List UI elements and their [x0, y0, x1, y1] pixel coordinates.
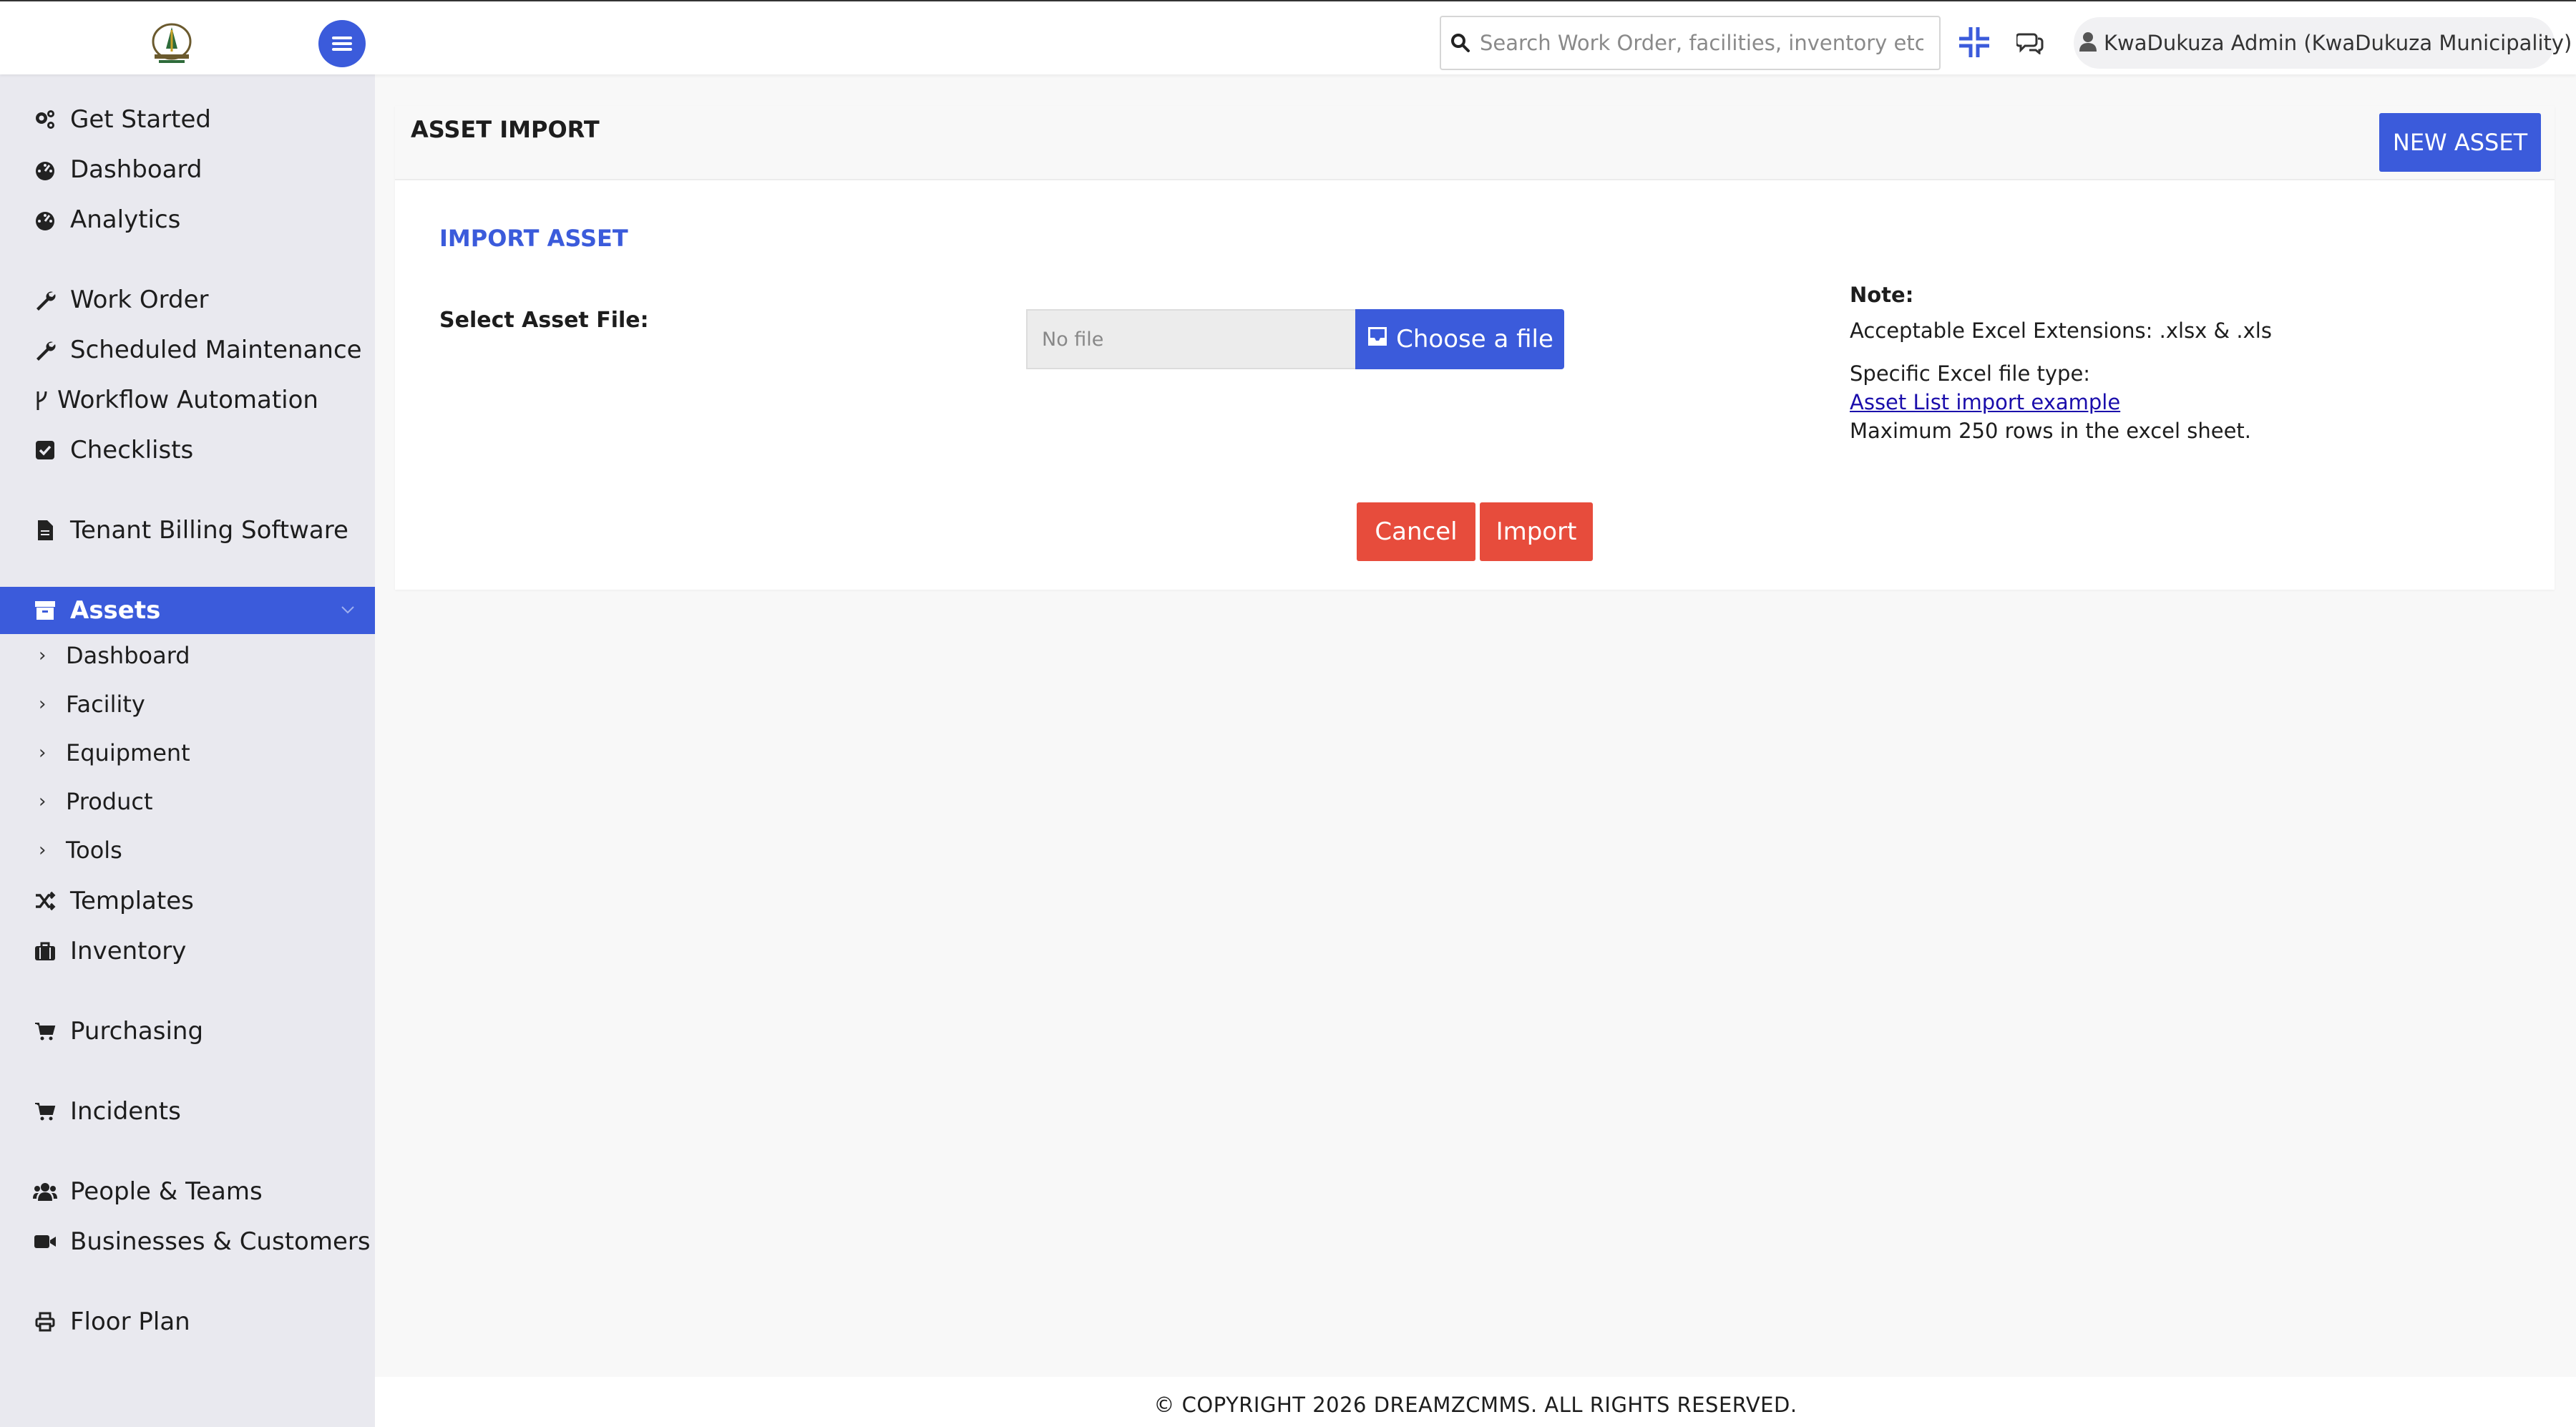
sidebar-item-checklists[interactable]: Checklists	[0, 427, 375, 474]
file-name-text: No file	[1042, 328, 1104, 351]
new-asset-button[interactable]: NEW ASSET	[2379, 113, 2541, 172]
chevron-right-icon: ›	[39, 645, 47, 666]
sidebar-item-label: Work Order	[70, 286, 209, 314]
search-input[interactable]	[1480, 21, 1923, 64]
sidebar-item-inventory[interactable]: Inventory	[0, 927, 375, 975]
sidebar-item-label: Dashboard	[70, 155, 203, 184]
sidebar-item-get-started[interactable]: Get Started	[0, 96, 375, 143]
sidebar-item-label: Floor Plan	[70, 1307, 190, 1336]
sidebar-subitem-label: Equipment	[66, 739, 190, 766]
sidebar-item-label: Scheduled Maintenance	[70, 336, 362, 364]
note-max-rows: Maximum 250 rows in the excel sheet.	[1850, 419, 2252, 443]
asset-import-card: ASSET IMPORT NEW ASSET IMPORT ASSET Sele…	[395, 106, 2555, 590]
import-note: Note: Acceptable Excel Extensions: .xlsx…	[1850, 281, 2494, 445]
sidebar-item-label: Checklists	[70, 436, 194, 464]
chevron-right-icon: ›	[39, 839, 47, 861]
note-title: Note:	[1850, 283, 1914, 307]
search-bar	[1440, 16, 1941, 70]
sidebar-item-incidents[interactable]: Incidents	[0, 1088, 375, 1135]
sidebar-item-label: Purchasing	[70, 1017, 204, 1046]
sidebar-item-templates[interactable]: Templates	[0, 877, 375, 925]
sidebar-item-label: Assets	[70, 596, 161, 625]
gauge-icon	[33, 208, 57, 232]
sidebar-item-assets[interactable]: Assets	[0, 587, 375, 634]
sidebar-subitem-facility[interactable]: › Facility	[0, 683, 375, 726]
cart-icon	[33, 1099, 57, 1124]
sidebar-item-floor-plan[interactable]: Floor Plan	[0, 1298, 375, 1345]
sidebar-item-scheduled-maintenance[interactable]: Scheduled Maintenance	[0, 326, 375, 374]
sidebar-item-label: Templates	[70, 887, 194, 915]
copyright-text: © COPYRIGHT 2026 DREAMZCMMS. ALL RIGHTS …	[1153, 1393, 1797, 1417]
sidebar-item-work-order[interactable]: Work Order	[0, 276, 375, 323]
sidebar-item-businesses-customers[interactable]: Businesses & Customers	[0, 1218, 375, 1265]
check-square-icon	[33, 438, 57, 462]
sidebar-subitem-label: Facility	[66, 691, 145, 718]
sidebar-item-dashboard[interactable]: Dashboard	[0, 146, 375, 193]
file-field-label: Select Asset File:	[439, 308, 649, 333]
top-header: KwaDukuza Admin (KwaDukuza Municipality)	[0, 0, 2576, 74]
scan-code-icon[interactable]	[1953, 21, 1995, 63]
chevron-right-icon: ›	[39, 742, 47, 764]
wrench-icon	[33, 338, 57, 362]
page-title: ASSET IMPORT	[411, 116, 600, 143]
choose-file-button[interactable]: Choose a file	[1355, 309, 1564, 369]
sidebar-item-label: Incidents	[70, 1097, 181, 1126]
choose-file-label: Choose a file	[1396, 325, 1553, 354]
user-menu[interactable]: KwaDukuza Admin (KwaDukuza Municipality)	[2074, 17, 2572, 69]
briefcase-icon	[33, 939, 57, 963]
sidebar-item-label: Get Started	[70, 105, 211, 134]
user-icon	[2079, 31, 2097, 54]
section-title: IMPORT ASSET	[439, 225, 628, 252]
sidebar-item-analytics[interactable]: Analytics	[0, 196, 375, 243]
video-icon	[33, 1229, 57, 1254]
gauge-icon	[33, 157, 57, 182]
sidebar-item-workflow-automation[interactable]: Workflow Automation	[0, 376, 375, 424]
footer: © COPYRIGHT 2026 DREAMZCMMS. ALL RIGHTS …	[375, 1377, 2576, 1427]
sidebar-item-label: People & Teams	[70, 1177, 263, 1206]
cogs-icon	[33, 107, 57, 132]
wrench-icon	[33, 288, 57, 312]
hamburger-menu-icon[interactable]	[318, 20, 366, 67]
sidebar-item-label: Businesses & Customers	[70, 1227, 371, 1256]
user-name: KwaDukuza Admin (KwaDukuza Municipality)	[2104, 31, 2572, 55]
file-icon	[33, 518, 57, 542]
inbox-icon	[1366, 325, 1389, 354]
sidebar-item-label: Inventory	[70, 937, 187, 965]
card-header: ASSET IMPORT NEW ASSET	[395, 106, 2555, 180]
chat-bubbles-icon[interactable]	[2012, 24, 2048, 60]
chevron-right-icon: ›	[39, 693, 47, 715]
sidebar-subitem-tools[interactable]: › Tools	[0, 829, 375, 872]
sidebar-item-label: Tenant Billing Software	[70, 516, 348, 545]
users-icon	[33, 1179, 57, 1204]
shuffle-icon	[33, 889, 57, 913]
sidebar-subitem-equipment[interactable]: › Equipment	[0, 731, 375, 774]
cart-icon	[33, 1019, 57, 1043]
municipality-logo-icon[interactable]	[143, 20, 200, 64]
sidebar-item-purchasing[interactable]: Purchasing	[0, 1008, 375, 1055]
chevron-right-icon: ›	[39, 791, 47, 812]
archive-icon	[33, 598, 57, 623]
sidebar-subitem-dashboard[interactable]: › Dashboard	[0, 634, 375, 677]
import-button[interactable]: Import	[1480, 502, 1593, 561]
note-type-label: Specific Excel file type:	[1850, 361, 2091, 386]
print-icon	[33, 1310, 57, 1334]
note-extensions: Acceptable Excel Extensions: .xlsx & .xl…	[1850, 318, 2272, 343]
sidebar-subitem-product[interactable]: › Product	[0, 780, 375, 823]
sidebar-subitem-label: Product	[66, 788, 153, 815]
cancel-button[interactable]: Cancel	[1357, 502, 1475, 561]
sidebar-item-people-teams[interactable]: People & Teams	[0, 1168, 375, 1215]
chevron-down-icon	[339, 601, 356, 621]
asset-import-example-link[interactable]: Asset List import example	[1850, 390, 2120, 414]
sidebar-subitem-label: Tools	[66, 837, 122, 864]
sidebar-subitem-label: Dashboard	[66, 642, 190, 669]
sidebar-item-label: Analytics	[70, 205, 181, 234]
search-icon	[1441, 33, 1480, 53]
sidebar-item-tenant-billing[interactable]: Tenant Billing Software	[0, 507, 375, 554]
branch-icon	[33, 388, 50, 412]
file-name-display[interactable]: No file	[1026, 309, 1355, 369]
sidebar: Get Started Dashboard Analytics Work Ord…	[0, 74, 375, 1427]
sidebar-item-label: Workflow Automation	[57, 386, 318, 414]
